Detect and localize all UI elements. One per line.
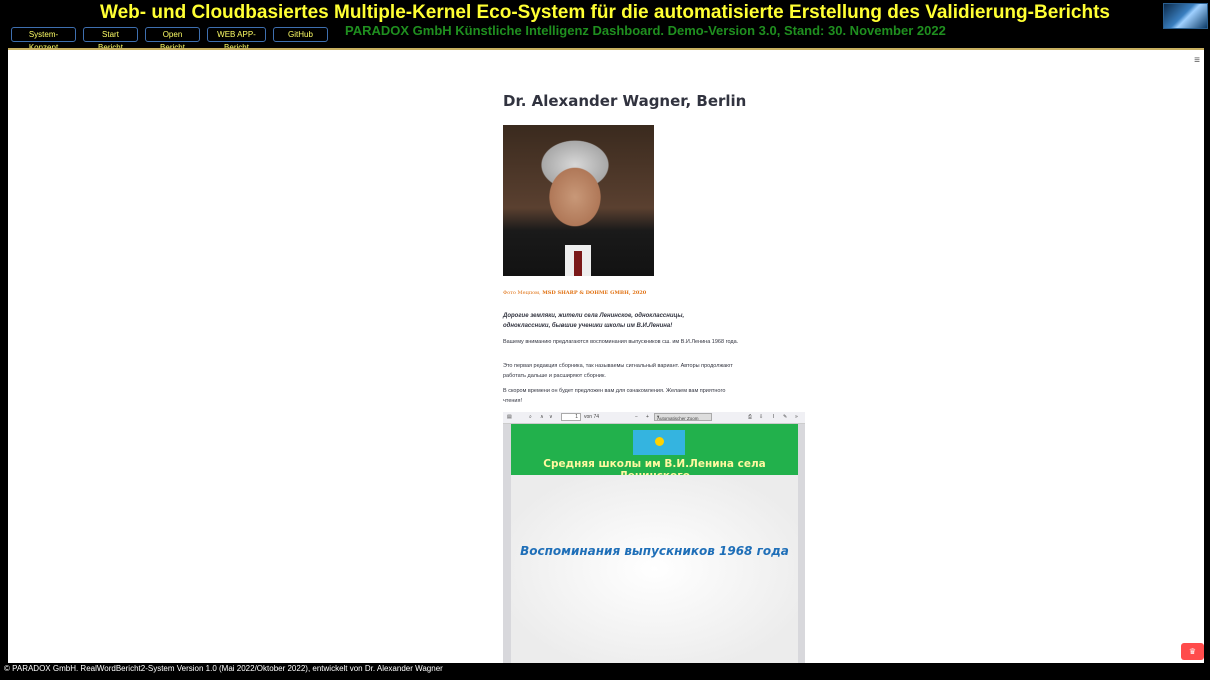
page-total: von 74 <box>584 414 600 420</box>
pdf-toolbar: ▤ ⌕ ∧ ∨ 1 von 74 − + Automatischer Zoom … <box>503 412 805 424</box>
search-icon[interactable]: ⌕ <box>529 414 532 420</box>
app-subtitle: PARADOX GmbH Künstliche Intelligenz Dash… <box>345 23 946 38</box>
pdf-page: Средняя школы им В.И.Ленина села Ленинск… <box>511 424 798 663</box>
nav-button-system-konzept[interactable]: System-Konzept <box>11 27 76 52</box>
next-page-icon[interactable]: ∨ <box>549 414 553 420</box>
app-frame: ≡ Dr. Alexander Wagner, Berlin Фото Мецп… <box>8 48 1204 663</box>
page-banner: Средняя школы им В.И.Ленина села Ленинск… <box>511 424 798 482</box>
photo-caption: Фото Мецпом, MSD SHARP & DOHME GMBH, 202… <box>503 290 646 296</box>
photo-tie <box>574 251 582 276</box>
previous-page-icon[interactable]: ∧ <box>540 414 544 420</box>
kazakhstan-flag-icon <box>633 430 685 455</box>
print-icon[interactable]: ⎙ <box>748 414 752 420</box>
nav-button-open-bericht[interactable]: Open Bericht <box>145 27 200 52</box>
greeting-text: Дорогие земляки, жители села Ленинское, … <box>503 313 685 329</box>
zoom-in-icon[interactable]: + <box>646 414 649 420</box>
caption-prefix: Фото Мецпом, <box>503 290 541 296</box>
document-title: Воспоминания выпускников 1968 года <box>520 544 789 558</box>
main-content: Dr. Alexander Wagner, Berlin Фото Мецпом… <box>503 92 833 663</box>
nav-bar: System-Konzept Start Bericht Open Berich… <box>11 27 328 52</box>
nav-button-github[interactable]: GitHub <box>273 27 328 42</box>
crown-icon[interactable]: ♛ <box>1181 643 1204 660</box>
nav-button-start-bericht[interactable]: Start Bericht <box>83 27 138 52</box>
hamburger-menu-icon[interactable]: ≡ <box>1194 55 1200 66</box>
zoom-value: Automatischer Zoom <box>657 416 699 421</box>
paragraph: Вашему вниманию предлагаются воспоминани… <box>503 339 739 345</box>
caption-company: MSD SHARP & DOHME GMBH, 2020 <box>542 290 647 296</box>
page-number-input[interactable]: 1 <box>561 413 581 421</box>
zoom-select[interactable]: Automatischer Zoom ▾ <box>654 413 712 421</box>
more-tools-icon[interactable]: » <box>795 414 798 420</box>
paragraph: В скором времени он будет предложен вам … <box>503 388 726 404</box>
nav-button-web-app-bericht[interactable]: WEB APP-Bericht <box>207 27 266 52</box>
logo-image <box>1163 3 1208 29</box>
app-header: Web- und Cloudbasiertes Multiple-Kernel … <box>0 0 1210 52</box>
text-cursor-icon[interactable]: I <box>773 414 774 420</box>
footer-text: © PARADOX GmbH. RealWordBericht2-System … <box>4 664 443 673</box>
page-body: Воспоминания выпускников 1968 года <box>511 475 798 663</box>
author-name: Dr. Alexander Wagner, Berlin <box>503 92 747 110</box>
draw-icon[interactable]: ✎ <box>783 414 787 420</box>
sidebar-toggle-icon[interactable]: ▤ <box>507 414 512 420</box>
paragraph: Это первая редакция сборника, так называ… <box>503 363 733 379</box>
save-icon[interactable]: ⇩ <box>759 414 763 420</box>
author-photo <box>503 125 654 276</box>
zoom-out-icon[interactable]: − <box>635 414 638 420</box>
pdf-viewer: ▤ ⌕ ∧ ∨ 1 von 74 − + Automatischer Zoom … <box>503 412 805 663</box>
app-title: Web- und Cloudbasiertes Multiple-Kernel … <box>99 2 1110 23</box>
